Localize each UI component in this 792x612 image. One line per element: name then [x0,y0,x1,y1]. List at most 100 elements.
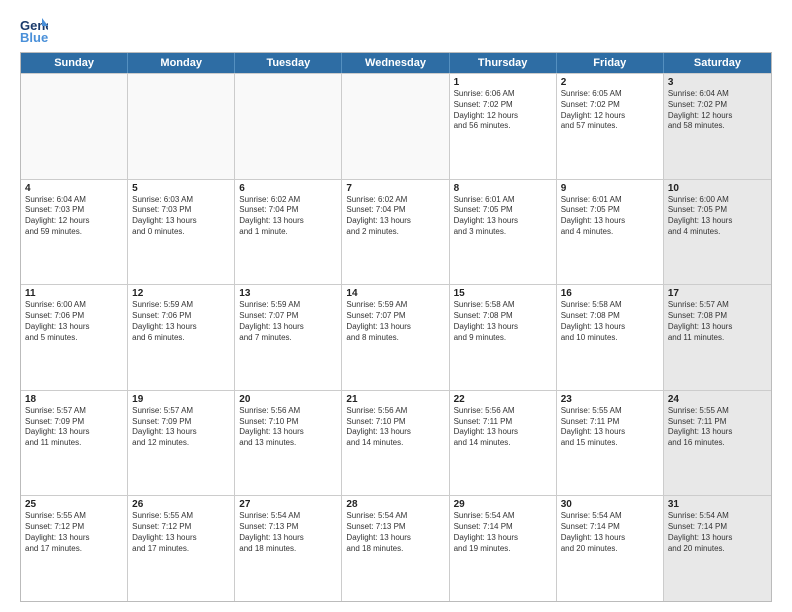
cell-info: Sunrise: 5:59 AM Sunset: 7:07 PM Dayligh… [239,300,337,343]
calendar-cell-1-1: 5Sunrise: 6:03 AM Sunset: 7:03 PM Daylig… [128,180,235,285]
cell-info: Sunrise: 5:57 AM Sunset: 7:08 PM Dayligh… [668,300,767,343]
day-number: 6 [239,183,337,194]
day-number: 25 [25,499,123,510]
calendar-row-3: 18Sunrise: 5:57 AM Sunset: 7:09 PM Dayli… [21,390,771,496]
page: General Blue SundayMondayTuesdayWednesda… [0,0,792,612]
day-number: 31 [668,499,767,510]
day-number: 12 [132,288,230,299]
calendar-cell-4-0: 25Sunrise: 5:55 AM Sunset: 7:12 PM Dayli… [21,496,128,601]
cell-info: Sunrise: 5:59 AM Sunset: 7:06 PM Dayligh… [132,300,230,343]
calendar-cell-3-5: 23Sunrise: 5:55 AM Sunset: 7:11 PM Dayli… [557,391,664,496]
cell-info: Sunrise: 6:02 AM Sunset: 7:04 PM Dayligh… [239,195,337,238]
day-number: 4 [25,183,123,194]
day-number: 21 [346,394,444,405]
day-number: 28 [346,499,444,510]
cell-info: Sunrise: 6:06 AM Sunset: 7:02 PM Dayligh… [454,89,552,132]
calendar-cell-4-6: 31Sunrise: 5:54 AM Sunset: 7:14 PM Dayli… [664,496,771,601]
cell-info: Sunrise: 5:55 AM Sunset: 7:11 PM Dayligh… [561,406,659,449]
day-number: 14 [346,288,444,299]
calendar-cell-2-5: 16Sunrise: 5:58 AM Sunset: 7:08 PM Dayli… [557,285,664,390]
header-day-tuesday: Tuesday [235,53,342,73]
calendar-cell-1-0: 4Sunrise: 6:04 AM Sunset: 7:03 PM Daylig… [21,180,128,285]
day-number: 23 [561,394,659,405]
calendar-cell-0-3 [342,74,449,179]
calendar-cell-4-1: 26Sunrise: 5:55 AM Sunset: 7:12 PM Dayli… [128,496,235,601]
calendar-cell-0-4: 1Sunrise: 6:06 AM Sunset: 7:02 PM Daylig… [450,74,557,179]
cell-info: Sunrise: 6:00 AM Sunset: 7:05 PM Dayligh… [668,195,767,238]
logo-icon: General Blue [20,16,48,44]
calendar-cell-0-2 [235,74,342,179]
day-number: 22 [454,394,552,405]
header-day-saturday: Saturday [664,53,771,73]
calendar-row-1: 4Sunrise: 6:04 AM Sunset: 7:03 PM Daylig… [21,179,771,285]
calendar-cell-0-6: 3Sunrise: 6:04 AM Sunset: 7:02 PM Daylig… [664,74,771,179]
cell-info: Sunrise: 6:04 AM Sunset: 7:03 PM Dayligh… [25,195,123,238]
cell-info: Sunrise: 5:55 AM Sunset: 7:12 PM Dayligh… [25,511,123,554]
calendar-cell-1-2: 6Sunrise: 6:02 AM Sunset: 7:04 PM Daylig… [235,180,342,285]
cell-info: Sunrise: 5:56 AM Sunset: 7:10 PM Dayligh… [346,406,444,449]
cell-info: Sunrise: 5:54 AM Sunset: 7:14 PM Dayligh… [668,511,767,554]
calendar-cell-3-2: 20Sunrise: 5:56 AM Sunset: 7:10 PM Dayli… [235,391,342,496]
cell-info: Sunrise: 5:56 AM Sunset: 7:10 PM Dayligh… [239,406,337,449]
calendar-cell-3-4: 22Sunrise: 5:56 AM Sunset: 7:11 PM Dayli… [450,391,557,496]
day-number: 24 [668,394,767,405]
day-number: 7 [346,183,444,194]
cell-info: Sunrise: 5:54 AM Sunset: 7:13 PM Dayligh… [239,511,337,554]
calendar-cell-2-6: 17Sunrise: 5:57 AM Sunset: 7:08 PM Dayli… [664,285,771,390]
header-day-friday: Friday [557,53,664,73]
day-number: 10 [668,183,767,194]
calendar: SundayMondayTuesdayWednesdayThursdayFrid… [20,52,772,602]
day-number: 3 [668,77,767,88]
header-day-wednesday: Wednesday [342,53,449,73]
calendar-cell-1-3: 7Sunrise: 6:02 AM Sunset: 7:04 PM Daylig… [342,180,449,285]
cell-info: Sunrise: 5:55 AM Sunset: 7:11 PM Dayligh… [668,406,767,449]
calendar-cell-1-5: 9Sunrise: 6:01 AM Sunset: 7:05 PM Daylig… [557,180,664,285]
calendar-cell-3-6: 24Sunrise: 5:55 AM Sunset: 7:11 PM Dayli… [664,391,771,496]
cell-info: Sunrise: 5:56 AM Sunset: 7:11 PM Dayligh… [454,406,552,449]
cell-info: Sunrise: 6:01 AM Sunset: 7:05 PM Dayligh… [561,195,659,238]
cell-info: Sunrise: 6:02 AM Sunset: 7:04 PM Dayligh… [346,195,444,238]
calendar-cell-4-3: 28Sunrise: 5:54 AM Sunset: 7:13 PM Dayli… [342,496,449,601]
cell-info: Sunrise: 5:57 AM Sunset: 7:09 PM Dayligh… [132,406,230,449]
day-number: 9 [561,183,659,194]
day-number: 2 [561,77,659,88]
day-number: 5 [132,183,230,194]
cell-info: Sunrise: 6:00 AM Sunset: 7:06 PM Dayligh… [25,300,123,343]
calendar-cell-2-3: 14Sunrise: 5:59 AM Sunset: 7:07 PM Dayli… [342,285,449,390]
day-number: 16 [561,288,659,299]
day-number: 30 [561,499,659,510]
cell-info: Sunrise: 5:55 AM Sunset: 7:12 PM Dayligh… [132,511,230,554]
cell-info: Sunrise: 6:01 AM Sunset: 7:05 PM Dayligh… [454,195,552,238]
calendar-cell-4-2: 27Sunrise: 5:54 AM Sunset: 7:13 PM Dayli… [235,496,342,601]
header-day-sunday: Sunday [21,53,128,73]
svg-text:Blue: Blue [20,30,48,44]
calendar-body: 1Sunrise: 6:06 AM Sunset: 7:02 PM Daylig… [21,73,771,601]
calendar-cell-2-2: 13Sunrise: 5:59 AM Sunset: 7:07 PM Dayli… [235,285,342,390]
cell-info: Sunrise: 6:03 AM Sunset: 7:03 PM Dayligh… [132,195,230,238]
cell-info: Sunrise: 6:05 AM Sunset: 7:02 PM Dayligh… [561,89,659,132]
calendar-cell-0-0 [21,74,128,179]
calendar-cell-2-4: 15Sunrise: 5:58 AM Sunset: 7:08 PM Dayli… [450,285,557,390]
day-number: 11 [25,288,123,299]
day-number: 15 [454,288,552,299]
cell-info: Sunrise: 5:54 AM Sunset: 7:13 PM Dayligh… [346,511,444,554]
calendar-cell-2-0: 11Sunrise: 6:00 AM Sunset: 7:06 PM Dayli… [21,285,128,390]
header-day-thursday: Thursday [450,53,557,73]
day-number: 17 [668,288,767,299]
calendar-cell-1-6: 10Sunrise: 6:00 AM Sunset: 7:05 PM Dayli… [664,180,771,285]
calendar-cell-3-3: 21Sunrise: 5:56 AM Sunset: 7:10 PM Dayli… [342,391,449,496]
day-number: 29 [454,499,552,510]
logo: General Blue [20,16,52,44]
cell-info: Sunrise: 5:54 AM Sunset: 7:14 PM Dayligh… [454,511,552,554]
calendar-cell-0-1 [128,74,235,179]
day-number: 8 [454,183,552,194]
cell-info: Sunrise: 5:57 AM Sunset: 7:09 PM Dayligh… [25,406,123,449]
cell-info: Sunrise: 5:54 AM Sunset: 7:14 PM Dayligh… [561,511,659,554]
day-number: 19 [132,394,230,405]
calendar-row-2: 11Sunrise: 6:00 AM Sunset: 7:06 PM Dayli… [21,284,771,390]
day-number: 26 [132,499,230,510]
header-day-monday: Monday [128,53,235,73]
calendar-cell-4-4: 29Sunrise: 5:54 AM Sunset: 7:14 PM Dayli… [450,496,557,601]
cell-info: Sunrise: 5:59 AM Sunset: 7:07 PM Dayligh… [346,300,444,343]
day-number: 27 [239,499,337,510]
